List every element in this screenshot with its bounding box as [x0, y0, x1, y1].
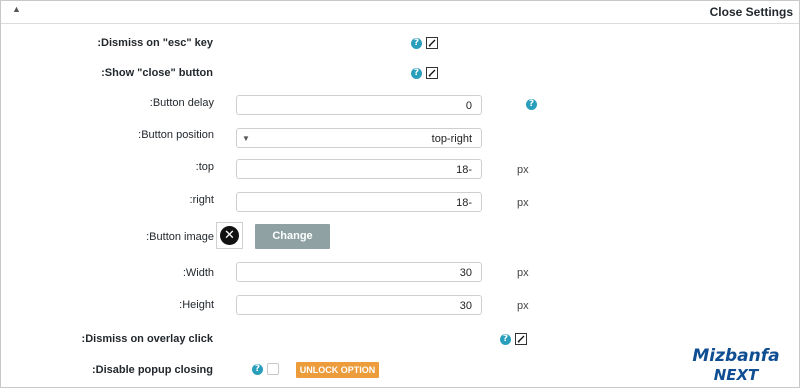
right-input[interactable]: 18-: [236, 192, 482, 212]
right-label: :right: [189, 194, 214, 206]
button-position-label: :Button position: [138, 129, 214, 141]
dismiss-esc-checkbox[interactable]: [426, 37, 438, 49]
height-label: :Height: [179, 299, 214, 311]
button-delay-input[interactable]: 0: [236, 95, 482, 115]
button-delay-label: :Button delay: [149, 97, 214, 109]
help-icon[interactable]: ?: [526, 99, 537, 110]
disable-closing-label: :Disable popup closing: [91, 364, 213, 376]
dismiss-overlay-checkbox[interactable]: [515, 333, 527, 345]
panel-title: Close Settings: [709, 5, 793, 19]
help-icon[interactable]: ?: [411, 38, 422, 49]
help-icon[interactable]: ?: [411, 68, 422, 79]
close-icon: ✕: [220, 226, 239, 245]
close-button-preview: ✕: [216, 222, 243, 249]
change-image-button[interactable]: Change image: [255, 224, 330, 267]
top-unit: px: [517, 164, 529, 176]
show-close-label: :Show "close" button: [101, 67, 213, 79]
button-position-select[interactable]: ▼ top-right: [236, 128, 482, 148]
help-icon[interactable]: ?: [252, 364, 263, 375]
button-position-value: top-right: [431, 133, 472, 145]
dismiss-overlay-label: :Dismiss on overlay click: [81, 333, 213, 345]
width-unit: px: [517, 267, 529, 279]
height-unit: px: [517, 300, 529, 312]
dismiss-esc-label: :Dismiss on "esc" key: [97, 37, 213, 49]
top-label: :top: [195, 161, 214, 173]
help-icon[interactable]: ?: [500, 334, 511, 345]
panel-header[interactable]: ▲ Close Settings: [1, 1, 799, 24]
logo-tag: NEXT: [714, 366, 760, 384]
width-label: :Width: [182, 267, 214, 279]
mizbanfa-next-logo: Mizbanfa NEXT: [692, 346, 779, 384]
disable-closing-checkbox[interactable]: [267, 363, 279, 375]
unlock-option-button[interactable]: UNLOCK OPTION: [296, 362, 379, 378]
triangle-up-icon[interactable]: ▲: [12, 4, 21, 14]
logo-name: Mizbanfa: [692, 346, 779, 366]
top-input[interactable]: 18-: [236, 159, 482, 179]
chevron-down-icon: ▼: [242, 134, 250, 143]
width-input[interactable]: 30: [236, 262, 482, 282]
right-unit: px: [517, 197, 529, 209]
height-input[interactable]: 30: [236, 295, 482, 315]
show-close-checkbox[interactable]: [426, 67, 438, 79]
button-image-label: :Button image: [146, 231, 214, 243]
